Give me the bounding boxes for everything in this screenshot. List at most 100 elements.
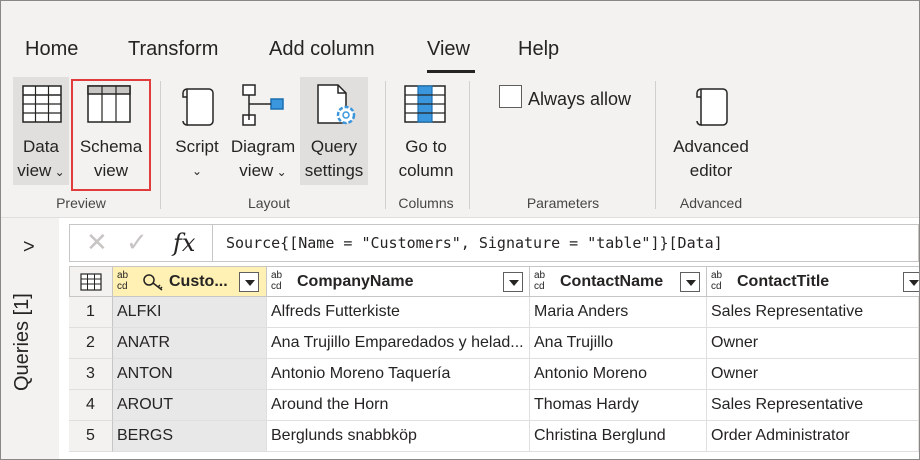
go-to-column-button[interactable]: Go to column xyxy=(391,77,461,185)
type-badge-top: ab xyxy=(711,270,723,281)
script-button[interactable]: Script ⌄ xyxy=(169,77,225,185)
table-cell[interactable]: BERGS xyxy=(113,421,267,452)
tab-home[interactable]: Home xyxy=(25,38,78,61)
column-header-contactname[interactable]: ab cd ContactName xyxy=(529,266,707,297)
table-cell[interactable]: Around the Horn xyxy=(267,390,530,421)
parameters-group-label: Parameters xyxy=(526,195,600,211)
text-type-icon: ab cd xyxy=(534,270,545,292)
column-filter-dropdown[interactable] xyxy=(680,272,700,292)
column-header-label: ContactName xyxy=(560,273,664,290)
commit-check-icon[interactable]: ✓ xyxy=(126,227,148,258)
type-badge-top: ab xyxy=(271,270,283,281)
column-header-label: CompanyName xyxy=(297,273,414,290)
power-query-window: Home Transform Add column View Help Data… xyxy=(0,0,920,460)
group-divider xyxy=(469,81,470,209)
table-cell[interactable]: Christina Berglund xyxy=(530,421,707,452)
formula-input[interactable]: Source{[Name = "Customers", Signature = … xyxy=(226,234,723,252)
key-icon xyxy=(143,274,163,291)
text-type-icon: ab cd xyxy=(117,270,128,292)
table-cell[interactable]: Sales Representative xyxy=(707,390,919,421)
row-number[interactable]: 4 xyxy=(69,390,113,421)
diagram-view-button[interactable]: Diagram view ⌄ xyxy=(229,77,297,185)
table-cell[interactable]: Alfreds Futterkiste xyxy=(267,297,530,328)
fx-icon[interactable]: fx xyxy=(173,229,195,257)
always-allow-label[interactable]: Always allow xyxy=(528,89,631,110)
table-cell[interactable]: Antonio Moreno Taquería xyxy=(267,359,530,390)
row-number[interactable]: 1 xyxy=(69,297,113,328)
table-cell[interactable]: Ana Trujillo xyxy=(530,328,707,359)
chevron-down-icon: ⌄ xyxy=(191,164,203,178)
type-badge-top: ab xyxy=(117,270,129,281)
type-badge-bottom: cd xyxy=(534,281,545,292)
table-cell[interactable]: ALFKI xyxy=(113,297,267,328)
tab-add-column[interactable]: Add column xyxy=(269,38,375,61)
column-filter-dropdown[interactable] xyxy=(239,272,259,292)
row-number[interactable]: 3 xyxy=(69,359,113,390)
group-divider xyxy=(385,81,386,209)
table-cell[interactable]: Ana Trujillo Emparedados y helad... xyxy=(267,328,530,359)
columns-group-label: Columns xyxy=(398,195,454,211)
layout-group-label: Layout xyxy=(247,195,291,211)
row-number[interactable]: 2 xyxy=(69,328,113,359)
script-scroll-icon xyxy=(182,88,214,126)
text-type-icon: ab cd xyxy=(271,270,282,292)
go-to-column-label-1: Go to xyxy=(405,137,447,156)
table-grid-icon xyxy=(22,85,62,123)
table-cell[interactable]: Berglunds snabbköp xyxy=(267,421,530,452)
table-cell[interactable]: Sales Representative xyxy=(707,297,919,328)
text-type-icon: ab cd xyxy=(711,270,722,292)
column-filter-dropdown[interactable] xyxy=(503,272,523,292)
table-cell[interactable]: Maria Anders xyxy=(530,297,707,328)
table-cell[interactable]: Order Administrator xyxy=(707,421,919,452)
query-settings-label-2: settings xyxy=(304,161,364,180)
type-badge-bottom: cd xyxy=(711,281,722,292)
column-header-label: ContactTitle xyxy=(737,273,830,290)
expand-chevron-icon[interactable]: > xyxy=(23,236,35,259)
row-number[interactable]: 5 xyxy=(69,421,113,452)
table-cell[interactable]: Thomas Hardy xyxy=(530,390,707,421)
main-content: ✕ ✓ fx Source{[Name = "Customers", Signa… xyxy=(59,217,919,459)
diagram-view-label-1: Diagram xyxy=(230,137,296,156)
data-view-label-2-text: view xyxy=(17,161,52,180)
group-divider xyxy=(655,81,656,209)
formula-divider xyxy=(212,225,213,261)
go-to-column-label-2: column xyxy=(398,161,454,180)
column-filter-dropdown[interactable] xyxy=(903,272,919,292)
advanced-group-label: Advanced xyxy=(679,195,743,211)
tab-transform[interactable]: Transform xyxy=(128,38,218,61)
script-label: Script xyxy=(175,137,219,156)
data-view-button[interactable]: Data view ⌄ xyxy=(13,77,69,185)
column-header-companyname[interactable]: ab cd CompanyName xyxy=(266,266,530,297)
menu-tabs: Home Transform Add column View Help xyxy=(1,1,919,77)
cancel-icon[interactable]: ✕ xyxy=(86,227,108,258)
type-badge-bottom: cd xyxy=(117,281,128,292)
grid-corner[interactable] xyxy=(69,266,113,297)
tab-view[interactable]: View xyxy=(427,38,470,61)
chevron-down-icon: ⌄ xyxy=(273,165,287,179)
query-settings-button[interactable]: Query settings xyxy=(300,77,368,185)
table-cell[interactable]: ANATR xyxy=(113,328,267,359)
chevron-down-icon: ⌄ xyxy=(51,165,65,179)
table-grid-icon xyxy=(80,273,102,291)
advanced-editor-button[interactable]: Advanced editor xyxy=(665,77,757,185)
table-cell[interactable]: Owner xyxy=(707,359,919,390)
column-header-customerid[interactable]: ab cd Custo... xyxy=(112,266,267,297)
always-allow-checkbox[interactable] xyxy=(499,85,522,108)
tab-help[interactable]: Help xyxy=(518,38,559,61)
data-view-label-2: view ⌄ xyxy=(13,159,69,184)
type-badge-bottom: cd xyxy=(271,281,282,292)
table-cell[interactable]: AROUT xyxy=(113,390,267,421)
preview-group-label: Preview xyxy=(56,195,106,211)
advanced-editor-scroll-icon xyxy=(696,88,728,126)
queries-pane-label[interactable]: Queries [1] xyxy=(11,293,34,391)
schema-view-highlight xyxy=(71,79,151,191)
diagram-view-label-2-text: view xyxy=(239,161,274,180)
type-badge-top: ab xyxy=(534,270,546,281)
column-header-label: Custo... xyxy=(169,273,228,290)
table-cell[interactable]: Antonio Moreno xyxy=(530,359,707,390)
column-header-contacttitle[interactable]: ab cd ContactTitle xyxy=(706,266,919,297)
table-cell[interactable]: Owner xyxy=(707,328,919,359)
diagram-icon xyxy=(242,84,284,126)
table-cell[interactable]: ANTON xyxy=(113,359,267,390)
query-settings-icon xyxy=(317,84,356,125)
